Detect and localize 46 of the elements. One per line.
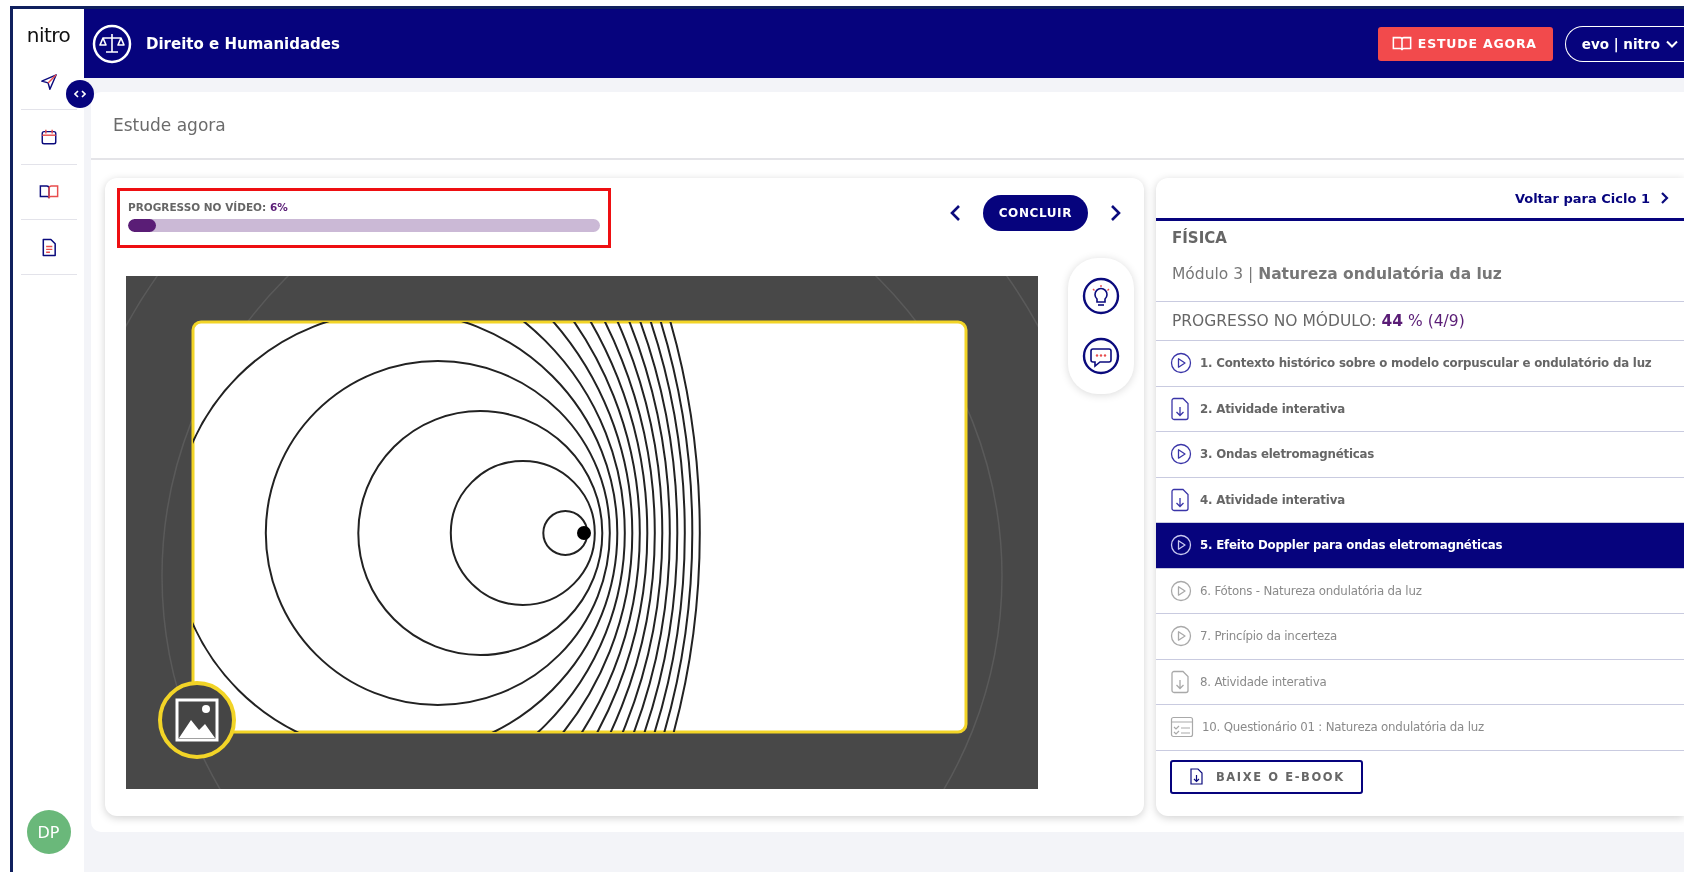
lesson-item[interactable]: 10. Questionário 01 : Natureza ondulatória da luz: [1156, 705, 1684, 751]
page-title: Estude agora: [113, 115, 226, 135]
scales-icon: [92, 23, 132, 64]
chevron-right-icon: [1660, 191, 1670, 205]
lesson-item[interactable]: 1. Contexto histórico sobre o modelo corpuscular e ondulatório da luz: [1156, 341, 1684, 387]
lesson-item[interactable]: 6. Fótons - Natureza ondulatória da luz: [1156, 568, 1684, 614]
lesson-item[interactable]: 5. Efeito Doppler para ondas eletromagnéticas: [1156, 523, 1684, 569]
image-icon: [157, 680, 237, 760]
lesson-item[interactable]: 7. Princípio da incerteza: [1156, 614, 1684, 660]
progress-value: 6%: [269, 201, 288, 213]
file-download-icon: [1188, 767, 1204, 786]
code-arrows-icon: [74, 90, 86, 98]
chevron-down-icon: [1666, 39, 1678, 48]
play-icon: [1170, 625, 1192, 648]
lesson-item[interactable]: 3. Ondas eletromagnéticas: [1156, 432, 1684, 478]
play-icon: [1170, 534, 1192, 557]
lesson-item[interactable]: 2. Atividade interativa: [1156, 386, 1684, 432]
chat-icon[interactable]: [1082, 337, 1120, 375]
complete-button[interactable]: CONCLUIR: [982, 195, 1088, 231]
play-icon: [1170, 352, 1192, 375]
next-icon[interactable]: [1110, 204, 1122, 222]
checklist-icon: [1170, 716, 1194, 739]
course-title: Direito e Humanidades: [146, 34, 340, 53]
back-to-cycle-link[interactable]: Voltar para Ciclo 1: [1514, 190, 1670, 206]
play-icon: [1170, 443, 1192, 466]
file-download-icon: [1170, 487, 1192, 512]
document-icon[interactable]: [40, 237, 57, 257]
send-icon[interactable]: [39, 73, 58, 91]
file-download-icon: [1170, 396, 1192, 421]
book-icon[interactable]: [38, 183, 59, 201]
study-now-button[interactable]: ESTUDE AGORA: [1377, 26, 1553, 61]
calendar-icon[interactable]: [39, 128, 58, 146]
download-ebook-button[interactable]: BAIXE O E-BOOK: [1170, 759, 1363, 794]
module-title: Módulo 3 | Natureza ondulatória da luz: [1172, 265, 1503, 283]
lightbulb-icon[interactable]: [1082, 277, 1120, 315]
module-progress-label: PROGRESSO NO MÓDULO:: [1172, 312, 1377, 330]
module-progress-value: 44 % (4/9): [1381, 312, 1465, 330]
book-icon: [1391, 34, 1412, 53]
previous-icon[interactable]: [948, 204, 961, 222]
subject-title: FÍSICA: [1172, 229, 1228, 247]
play-icon: [1170, 579, 1192, 602]
nitro-logo: nitro: [26, 23, 71, 47]
lesson-item[interactable]: 8. Atividade interativa: [1156, 659, 1684, 705]
file-download-icon: [1170, 669, 1192, 694]
sidebar-toggle-button[interactable]: [66, 80, 94, 108]
progress-label: PROGRESSO NO VÍDEO:: [128, 201, 267, 213]
